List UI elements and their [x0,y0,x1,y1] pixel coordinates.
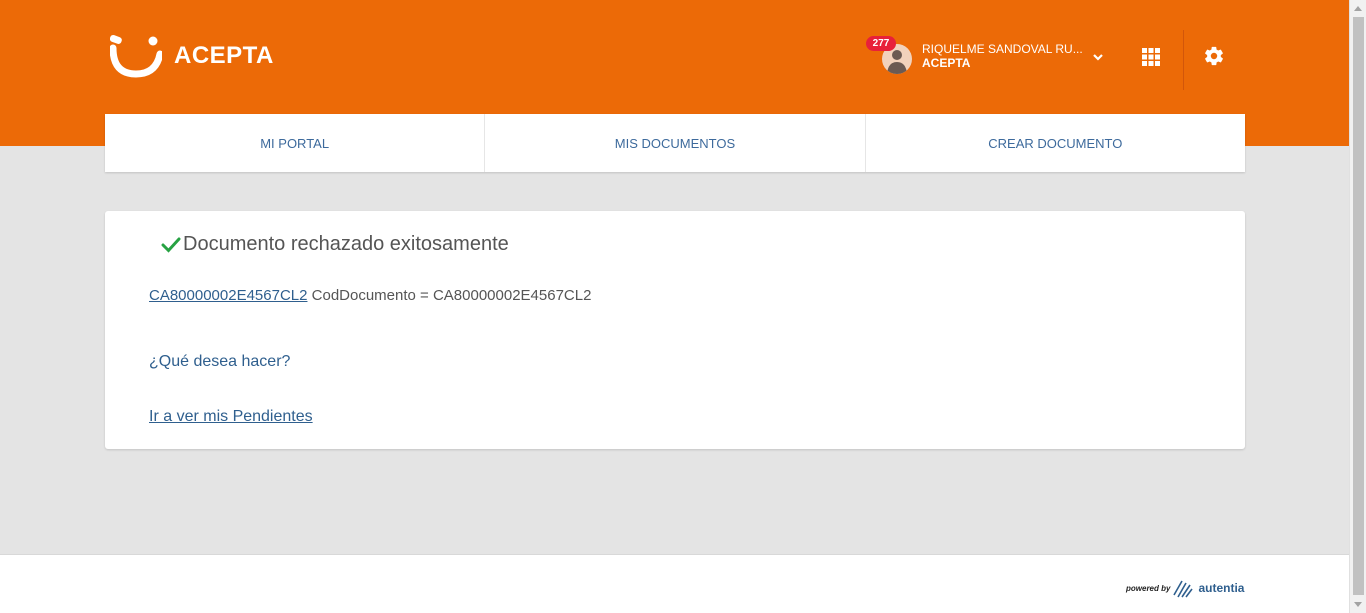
user-name: RIQUELME SANDOVAL RU... [922,42,1083,56]
scroll-down-icon[interactable] [1354,602,1362,607]
success-message: Documento rechazado exitosamente [161,233,509,256]
page-scrollbar[interactable] [1349,0,1366,613]
document-detail: CodDocumento = CA80000002E4567CL2 [311,287,592,304]
acepta-smile-icon [110,34,162,78]
brand-name: ACEPTA [174,42,274,69]
check-icon [161,237,181,253]
nav-crear-documento[interactable]: CREAR DOCUMENTO [866,114,1245,172]
nav-mi-portal[interactable]: MI PORTAL [105,114,486,172]
user-info[interactable]: RIQUELME SANDOVAL RU... ACEPTA [922,42,1083,70]
document-link[interactable]: CA80000002E4567CL2 [149,287,307,304]
autentia-logo-icon [1173,580,1194,598]
apps-grid-icon[interactable] [1142,48,1160,71]
footer: powered by autentia [0,554,1349,613]
user-org: ACEPTA [922,56,971,70]
document-line: CA80000002E4567CL2 CodDocumento = CA8000… [149,287,591,304]
autentia-name: autentia [1198,581,1245,595]
pending-link[interactable]: Ir a ver mis Pendientes [149,408,313,426]
header-divider [1183,30,1184,90]
brand-logo[interactable]: ACEPTA [110,34,274,78]
success-text: Documento rechazado exitosamente [183,233,509,255]
notification-badge[interactable]: 277 [866,36,896,51]
scroll-up-icon[interactable] [1354,6,1362,11]
chevron-down-icon[interactable] [1091,50,1105,69]
result-card: Documento rechazado exitosamente CA80000… [105,211,1245,449]
nav-mis-documentos[interactable]: MIS DOCUMENTOS [485,114,866,172]
gear-icon[interactable] [1203,45,1225,72]
scroll-thumb[interactable] [1353,17,1364,595]
powered-by-label: powered by [1126,583,1171,593]
main-nav: MI PORTAL MIS DOCUMENTOS CREAR DOCUMENTO [105,114,1245,172]
question-text: ¿Qué desea hacer? [149,353,291,370]
powered-by: powered by autentia [1126,577,1244,599]
